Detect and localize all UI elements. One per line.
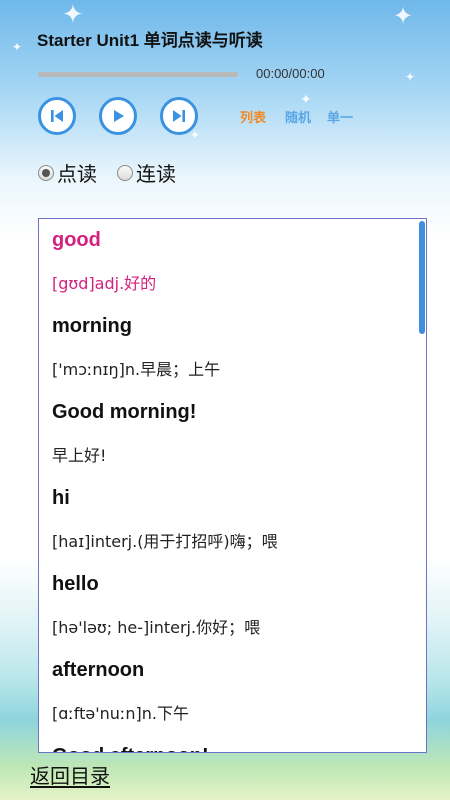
mode-single-button[interactable]: 单一 xyxy=(327,107,353,126)
play-button[interactable] xyxy=(99,97,137,135)
word-meaning[interactable]: [gʊd]adj.好的 xyxy=(52,262,414,305)
word-entry[interactable]: Good morning! 早上好! xyxy=(52,391,414,477)
sparkle-decoration: ✦ xyxy=(300,92,312,108)
time-display: 00:00/00:00 xyxy=(256,66,325,81)
sparkle-decoration: ✦ xyxy=(393,2,414,30)
word-list[interactable]: good [gʊd]adj.好的 morning ['mɔːnɪŋ]n.早晨；上午 Go… xyxy=(38,218,427,753)
word-text[interactable]: Good morning! xyxy=(52,391,414,434)
word-text[interactable]: good xyxy=(52,219,414,262)
word-text[interactable]: afternoon xyxy=(52,649,414,692)
skip-previous-icon xyxy=(51,110,63,122)
word-entry[interactable]: Good afternoon! xyxy=(52,735,414,752)
sparkle-decoration: ✦ xyxy=(405,70,416,84)
word-list-content: good [gʊd]adj.好的 morning ['mɔːnɪŋ]n.早晨；上午 Go… xyxy=(52,219,414,752)
mode-random-button[interactable]: 随机 xyxy=(285,107,311,126)
play-icon xyxy=(114,110,124,122)
radio-point-read[interactable]: 点读 xyxy=(38,158,97,187)
word-meaning[interactable]: ['mɔːnɪŋ]n.早晨；上午 xyxy=(52,348,414,391)
word-entry[interactable]: morning ['mɔːnɪŋ]n.早晨；上午 xyxy=(52,305,414,391)
sparkle-decoration: ✦ xyxy=(12,40,23,54)
word-text[interactable]: hello xyxy=(52,563,414,606)
previous-button[interactable] xyxy=(38,97,76,135)
radio-label: 连读 xyxy=(136,164,176,186)
word-meaning[interactable]: [hə'ləʊ; he-]interj.你好；喂 xyxy=(52,606,414,649)
mode-list-button[interactable]: 列表 xyxy=(240,107,266,126)
radio-selected-dot xyxy=(42,168,50,177)
word-meaning[interactable]: [ɑːftə'nuːn]n.下午 xyxy=(52,692,414,735)
progress-bar[interactable] xyxy=(38,72,238,77)
word-entry[interactable]: hello [hə'ləʊ; he-]interj.你好；喂 xyxy=(52,563,414,649)
word-meaning[interactable]: [haɪ]interj.(用于打招呼)嗨；喂 xyxy=(52,520,414,563)
scrollbar[interactable] xyxy=(419,221,425,334)
word-entry[interactable]: afternoon [ɑːftə'nuːn]n.下午 xyxy=(52,649,414,735)
read-mode-group: 点读 连读 xyxy=(38,158,196,187)
word-text[interactable]: hi xyxy=(52,477,414,520)
page-title: Starter Unit1 单词点读与听读 xyxy=(37,31,263,50)
word-text[interactable]: morning xyxy=(52,305,414,348)
radio-button[interactable] xyxy=(117,164,133,181)
radio-button[interactable] xyxy=(38,164,54,181)
word-meaning[interactable]: 早上好! xyxy=(52,434,414,477)
next-button[interactable] xyxy=(160,97,198,135)
word-text[interactable]: Good afternoon! xyxy=(52,735,414,752)
word-entry[interactable]: hi [haɪ]interj.(用于打招呼)嗨；喂 xyxy=(52,477,414,563)
skip-next-icon xyxy=(173,110,185,122)
radio-continuous-read[interactable]: 连读 xyxy=(117,158,176,187)
word-entry[interactable]: good [gʊd]adj.好的 xyxy=(52,219,414,305)
radio-label: 点读 xyxy=(57,164,97,186)
back-to-contents-link[interactable]: 返回目录 xyxy=(30,760,110,789)
